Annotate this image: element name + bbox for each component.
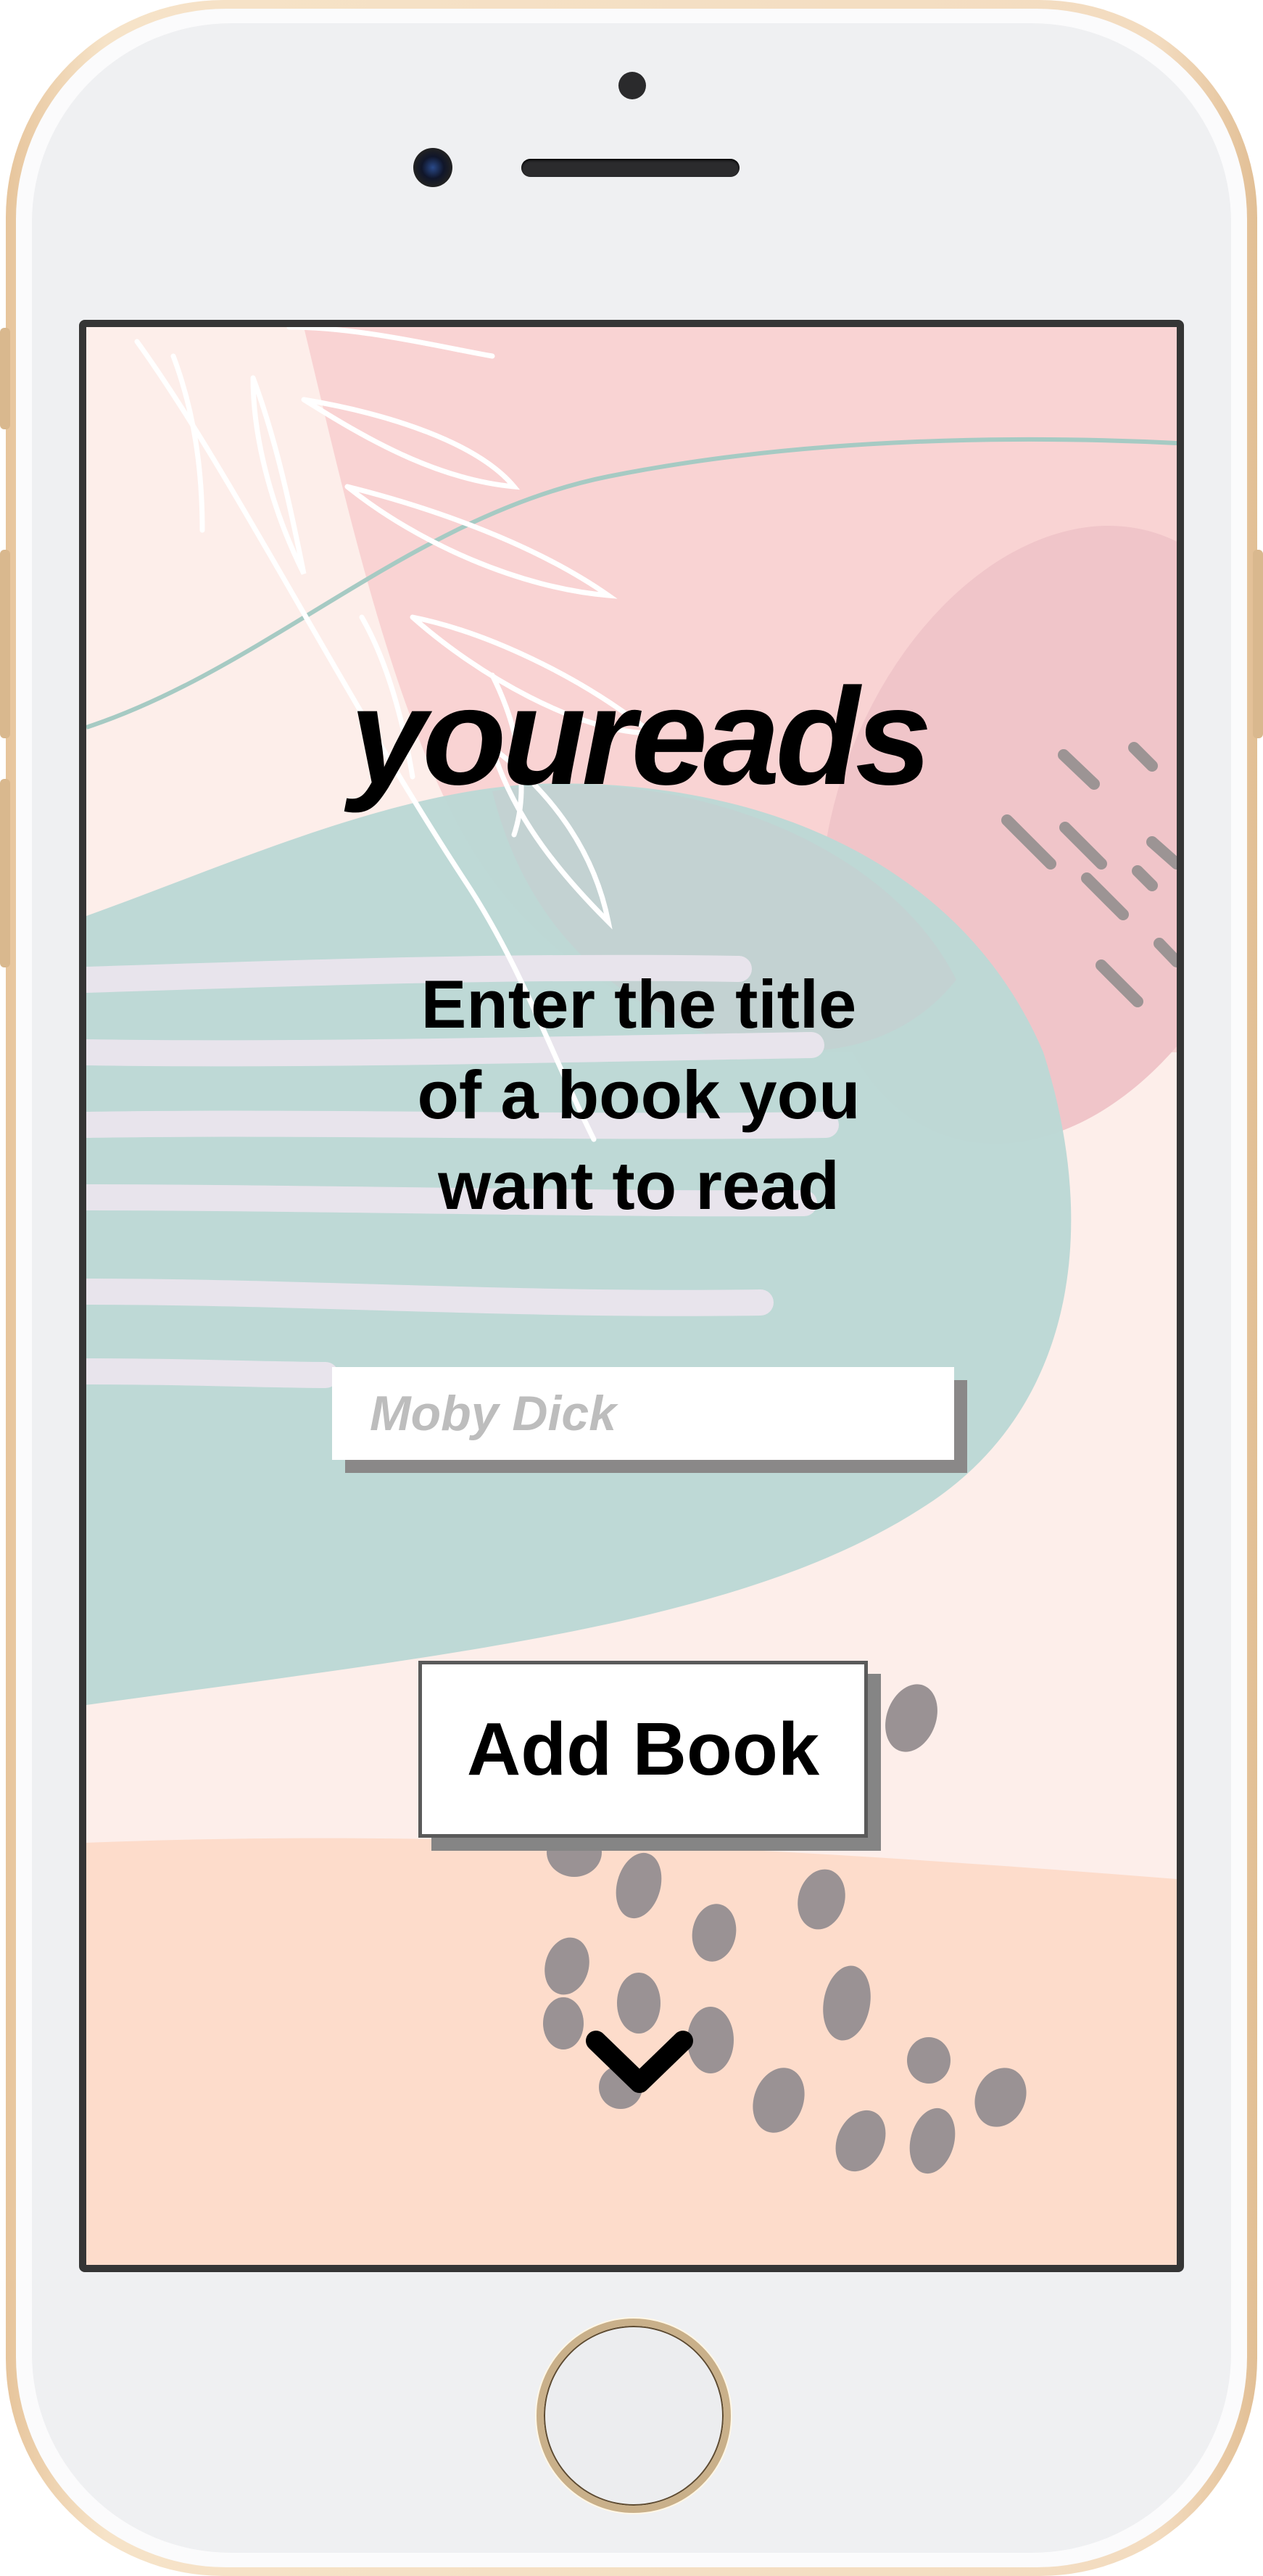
home-button[interactable] [537,2319,731,2513]
prompt-line: Enter the title [421,966,857,1042]
front-camera-icon [413,148,452,187]
app-logo: youreads [349,660,932,814]
chevron-down-icon[interactable] [581,2026,697,2099]
book-title-input[interactable]: Moby Dick [332,1367,954,1460]
mute-switch [0,328,10,429]
volume-up-button [0,550,10,738]
prompt-line: of a book you [417,1057,861,1133]
proximity-sensor [618,72,646,99]
volume-down-button [0,779,10,967]
add-book-button[interactable]: Add Book [418,1661,868,1838]
prompt-line: want to read [438,1147,840,1223]
prompt-heading: Enter the title of a book you want to re… [86,959,1177,1231]
earpiece-speaker [521,159,740,177]
book-title-placeholder: Moby Dick [370,1386,617,1441]
decorative-background [86,327,1177,2265]
app-screen: youreads Enter the title of a book you w… [79,320,1184,2272]
power-button [1253,550,1263,738]
